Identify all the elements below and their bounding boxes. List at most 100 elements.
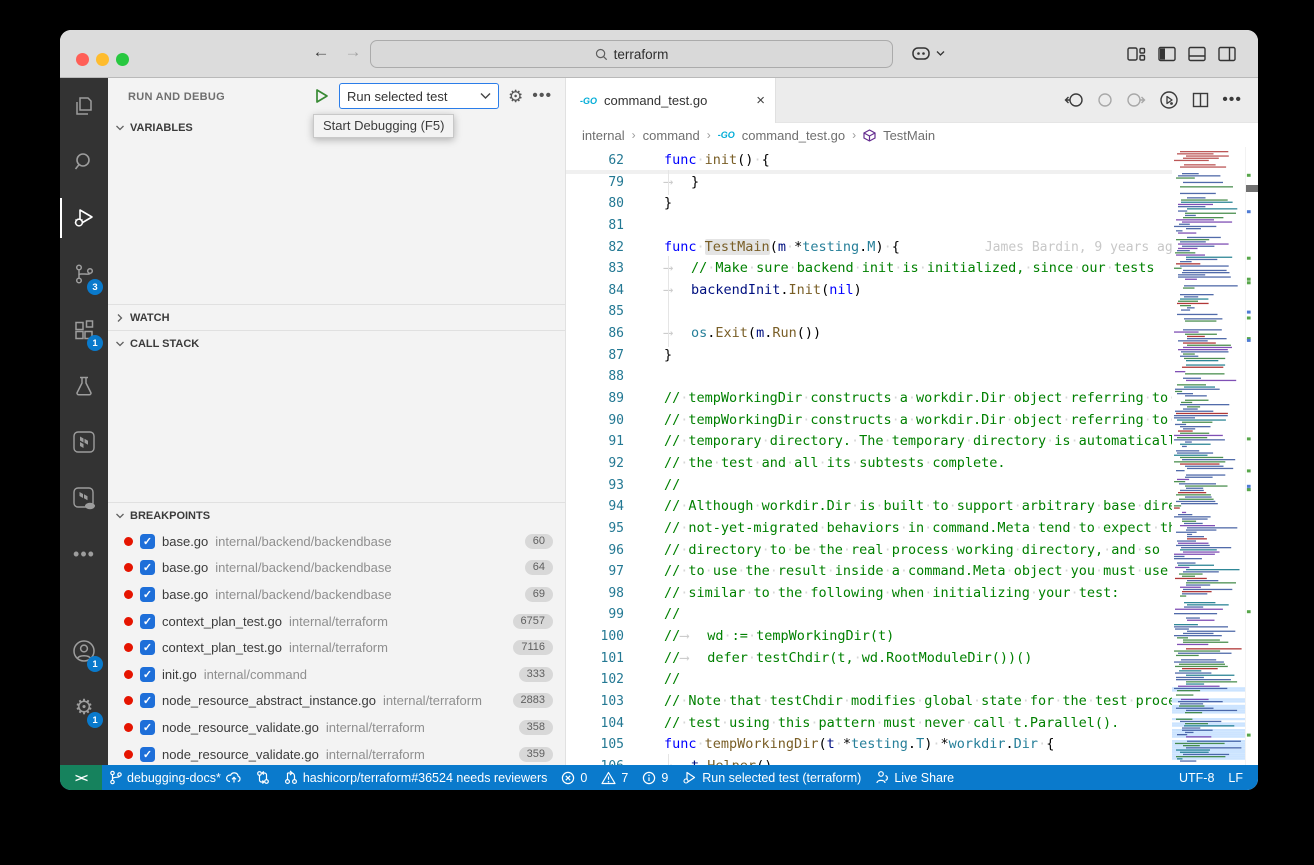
- customize-layout-icon[interactable]: [1127, 46, 1146, 62]
- close-window-button[interactable]: [76, 53, 89, 66]
- compare-changes-item[interactable]: [249, 765, 277, 790]
- toggle-panel-icon[interactable]: [1188, 46, 1206, 62]
- breakpoint-checkbox[interactable]: ✓: [140, 587, 155, 602]
- minimap[interactable]: [1172, 147, 1245, 765]
- activity-testing[interactable]: [60, 358, 108, 414]
- back-circle-icon[interactable]: [1064, 92, 1084, 108]
- breakpoint-row[interactable]: ✓base.gointernal/backend/backendbase64: [108, 555, 565, 582]
- section-breakpoints[interactable]: BREAKPOINTS: [108, 502, 565, 528]
- breakpoint-checkbox[interactable]: ✓: [140, 560, 155, 575]
- activity-extensions[interactable]: 1: [60, 302, 108, 358]
- code-line: 87}: [566, 345, 1258, 367]
- editor-more-actions-icon[interactable]: •••: [1222, 91, 1242, 109]
- section-watch[interactable]: WATCH: [108, 304, 565, 330]
- code-line: 95//·not-yet-migrated·behaviors·in·comma…: [566, 518, 1258, 540]
- encoding-item[interactable]: UTF-8: [1172, 765, 1221, 790]
- navigate-back-button[interactable]: ←: [310, 42, 332, 62]
- editor-toolbar: •••: [1064, 78, 1258, 122]
- activity-accounts[interactable]: 1: [60, 623, 108, 679]
- breakpoint-line-badge: 7116: [513, 640, 553, 655]
- breadcrumb-command[interactable]: command: [643, 128, 700, 143]
- breakpoint-row[interactable]: ✓context_plan_test.gointernal/terraform7…: [108, 634, 565, 661]
- breakpoint-row[interactable]: ✓base.gointernal/backend/backendbase69: [108, 581, 565, 608]
- breakpoint-checkbox[interactable]: ✓: [140, 720, 155, 735]
- source-control-badge: 3: [87, 279, 103, 295]
- breakpoint-row[interactable]: ✓base.gointernal/backend/backendbase60: [108, 528, 565, 555]
- line-number: 89: [566, 388, 624, 410]
- breakpoint-checkbox[interactable]: ✓: [140, 747, 155, 762]
- tab-whitespace: ⟶: [664, 756, 691, 765]
- navigate-forward-button[interactable]: →: [342, 42, 364, 62]
- activity-terraform-cloud[interactable]: [60, 470, 108, 526]
- breakpoint-path: internal/command: [204, 667, 307, 682]
- minimize-window-button[interactable]: [96, 53, 109, 66]
- debug-more-actions-icon[interactable]: •••: [532, 87, 552, 105]
- breakpoint-checkbox[interactable]: ✓: [140, 534, 155, 549]
- activity-bar: 3 1 •••: [60, 78, 108, 765]
- split-editor-icon[interactable]: [1192, 92, 1209, 108]
- code-editor[interactable]: 62func·init()·{79⟶}80}8182func·TestMain(…: [566, 147, 1258, 765]
- breakpoint-row[interactable]: ✓node_resource_validate.gointernal/terra…: [108, 714, 565, 741]
- code-line: 100//⟶wd·:=·tempWorkingDir(t): [566, 626, 1258, 648]
- forward-circle-icon[interactable]: [1126, 92, 1146, 108]
- breakpoint-dot-icon: [124, 670, 133, 679]
- activity-run-and-debug[interactable]: [60, 190, 108, 246]
- activity-search[interactable]: [60, 134, 108, 190]
- zoom-window-button[interactable]: [116, 53, 129, 66]
- code-line: 103//·Note·that·testChdir·modifies·globa…: [566, 691, 1258, 713]
- screenshot-stage: ← → terraform: [0, 0, 1314, 865]
- breakpoint-file: node_resource_abstract_instance.go: [162, 693, 376, 708]
- breakpoint-row[interactable]: ✓context_plan_test.gointernal/terraform6…: [108, 608, 565, 635]
- testing-flask-icon: [72, 374, 96, 398]
- run-and-debug-icon: [71, 205, 97, 231]
- breadcrumb-symbol[interactable]: TestMain: [883, 128, 935, 143]
- breakpoint-checkbox[interactable]: ✓: [140, 640, 155, 655]
- command-center-search[interactable]: terraform: [370, 40, 893, 68]
- activity-source-control[interactable]: 3: [60, 246, 108, 302]
- breadcrumb-file[interactable]: command_test.go: [742, 128, 845, 143]
- tab-command-test-go[interactable]: -GO command_test.go ×: [566, 78, 776, 123]
- sidebar-header: RUN AND DEBUG Run selected test ⚙ •••: [108, 78, 565, 115]
- activity-more-views[interactable]: •••: [60, 526, 108, 582]
- close-tab-icon[interactable]: ×: [756, 92, 765, 109]
- line-number: 105: [566, 734, 624, 756]
- warning-icon: [601, 771, 616, 785]
- remote-indicator[interactable]: ><: [60, 765, 102, 790]
- line-number: 94: [566, 496, 624, 518]
- live-share-item[interactable]: Live Share: [868, 765, 961, 790]
- breakpoint-checkbox[interactable]: ✓: [140, 693, 155, 708]
- debug-settings-gear-icon[interactable]: ⚙: [508, 88, 523, 105]
- breakpoint-row[interactable]: ✓node_resource_abstract_instance.gointer…: [108, 688, 565, 715]
- code-line: 104//·test·using·this·pattern·must·never…: [566, 713, 1258, 735]
- copilot-menu[interactable]: [910, 44, 945, 62]
- breakpoint-checkbox[interactable]: ✓: [140, 614, 155, 629]
- run-task-item[interactable]: Run selected test (terraform): [675, 765, 868, 790]
- start-debugging-button[interactable]: [313, 87, 330, 105]
- activity-settings[interactable]: ⚙ 1: [60, 679, 108, 735]
- debug-configuration-dropdown[interactable]: Run selected test: [339, 83, 499, 109]
- scrollbar-slider[interactable]: [1246, 185, 1258, 192]
- code-line: 80}: [566, 193, 1258, 215]
- activity-terraform[interactable]: [60, 414, 108, 470]
- empty-circle-icon[interactable]: [1097, 92, 1113, 108]
- breadcrumb-internal[interactable]: internal: [582, 128, 625, 143]
- toggle-secondary-sidebar-icon[interactable]: [1218, 46, 1236, 62]
- ruler-svg: [1246, 147, 1258, 765]
- tab-whitespace: ⟶: [680, 626, 707, 648]
- run-or-debug-icon[interactable]: [1159, 90, 1179, 110]
- line-number: 82: [566, 237, 624, 259]
- breakpoint-row[interactable]: ✓node_resource_validate.gointernal/terra…: [108, 741, 565, 765]
- toggle-primary-sidebar-icon[interactable]: [1158, 46, 1176, 62]
- activity-explorer[interactable]: [60, 78, 108, 134]
- branch-item[interactable]: debugging-docs*: [102, 765, 249, 790]
- section-call-stack[interactable]: CALL STACK: [108, 330, 565, 356]
- eol-item[interactable]: LF: [1221, 765, 1250, 790]
- problems-item[interactable]: 0 7 9: [554, 765, 675, 790]
- pull-request-item[interactable]: hashicorp/terraform#36524 needs reviewer…: [277, 765, 555, 790]
- breakpoint-path: internal/terraform: [326, 720, 425, 735]
- breakpoint-checkbox[interactable]: ✓: [140, 667, 155, 682]
- breakpoint-row[interactable]: ✓init.gointernal/command333: [108, 661, 565, 688]
- breakpoint-path: internal/backend/backendbase: [215, 587, 391, 602]
- code-line: 106⟶t.Helper(): [566, 756, 1258, 765]
- code-line: 84⟶backendInit.Init(nil): [566, 280, 1258, 302]
